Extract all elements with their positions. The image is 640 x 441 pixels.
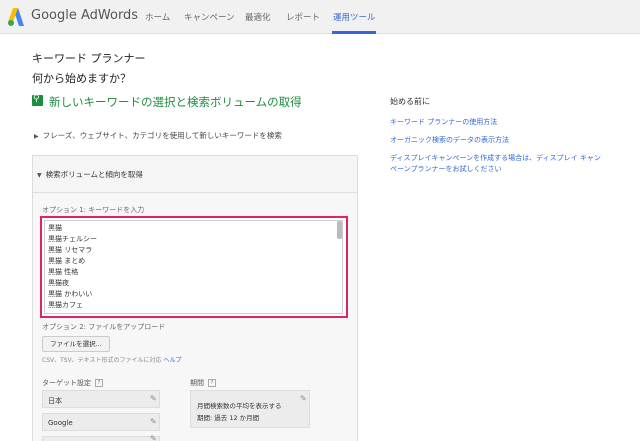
nav-tools[interactable]: 運用ツール bbox=[333, 11, 376, 23]
keyword-item: 黒猫 かわいい bbox=[48, 290, 93, 298]
keyword-item: 黒猫 bbox=[48, 224, 62, 232]
collapse-arrow-icon: ▼ bbox=[37, 172, 42, 179]
keyword-item: 黒猫カフェ bbox=[48, 301, 83, 309]
keyword-item: 黒猫夜 bbox=[48, 279, 69, 287]
edit-pencil-icon[interactable]: ✎ bbox=[300, 394, 307, 403]
target-network-value: Google bbox=[48, 419, 73, 427]
keyword-item: 黒猫 リセマラ bbox=[48, 246, 93, 254]
nav-optimization[interactable]: 最適化 bbox=[245, 11, 271, 23]
period-line1: 月間検索数の平均を表示する bbox=[197, 402, 282, 410]
display-planner-link[interactable]: ディスプレイキャンペーンを作成する場合は、ディスプレイ キャン bbox=[390, 153, 601, 163]
nav-reports[interactable]: レポート bbox=[286, 11, 320, 23]
active-tab-indicator bbox=[332, 31, 376, 34]
choose-file-button[interactable]: ファイルを選択... bbox=[42, 336, 110, 352]
magnifier-glyph: ⚲ bbox=[33, 94, 40, 104]
option1-label: オプション 1: キーワードを入力 bbox=[42, 206, 145, 214]
section-title[interactable]: 新しいキーワードの選択と検索ボリュームの取得 bbox=[49, 94, 302, 110]
edit-pencil-icon[interactable]: ✎ bbox=[150, 394, 157, 403]
targeting-label: ターゲット設定? bbox=[42, 378, 103, 388]
collapsed-option-row[interactable]: ▶ フレーズ、ウェブサイト、カテゴリを使用して新しいキーワードを検索 bbox=[34, 130, 282, 141]
expand-arrow-icon: ▶ bbox=[34, 133, 39, 140]
nav-home[interactable]: ホーム bbox=[145, 11, 170, 23]
display-planner-link-cont[interactable]: ペーンプランナーをお試しください bbox=[390, 164, 501, 174]
keyword-item: 黒猫 まとめ bbox=[48, 257, 86, 265]
edit-pencil-icon[interactable]: ✎ bbox=[150, 434, 157, 441]
nav-campaigns[interactable]: キャンペーン bbox=[184, 11, 235, 23]
collapsed-option-label: フレーズ、ウェブサイト、カテゴリを使用して新しいキーワードを検索 bbox=[42, 131, 282, 140]
textarea-scrollbar[interactable] bbox=[337, 221, 342, 239]
page-title: キーワード プランナー bbox=[32, 52, 146, 65]
page-subtitle: 何から始めますか？ bbox=[32, 72, 131, 85]
target-extra-field[interactable] bbox=[42, 436, 160, 441]
period-label: 期間? bbox=[190, 378, 216, 388]
panel-title[interactable]: ▼ 検索ボリュームと傾向を取得 bbox=[37, 169, 143, 180]
period-line2: 期間: 過去 12 か月間 bbox=[197, 414, 260, 422]
keyword-item: 黒猫 性格 bbox=[48, 268, 79, 276]
target-location-value: 日本 bbox=[48, 397, 62, 405]
file-help-text: CSV、TSV、テキスト形式のファイルに対応 ヘルプ bbox=[42, 357, 182, 364]
help-link[interactable]: ヘルプ bbox=[163, 357, 181, 364]
keyword-item: 黒猫チェルシー bbox=[48, 235, 97, 243]
option2-label: オプション 2: ファイルをアップロード bbox=[42, 323, 166, 331]
edit-pencil-icon[interactable]: ✎ bbox=[150, 417, 157, 426]
before-you-start-title: 始める前に bbox=[390, 97, 430, 106]
usage-link[interactable]: キーワード プランナーの使用方法 bbox=[390, 117, 497, 127]
adwords-logo-icon[interactable] bbox=[8, 8, 24, 26]
help-icon[interactable]: ? bbox=[95, 379, 103, 387]
help-icon[interactable]: ? bbox=[208, 379, 216, 387]
organic-data-link[interactable]: オーガニック検索のデータの表示方法 bbox=[390, 135, 509, 145]
brand-name[interactable]: Google AdWords bbox=[31, 8, 138, 23]
